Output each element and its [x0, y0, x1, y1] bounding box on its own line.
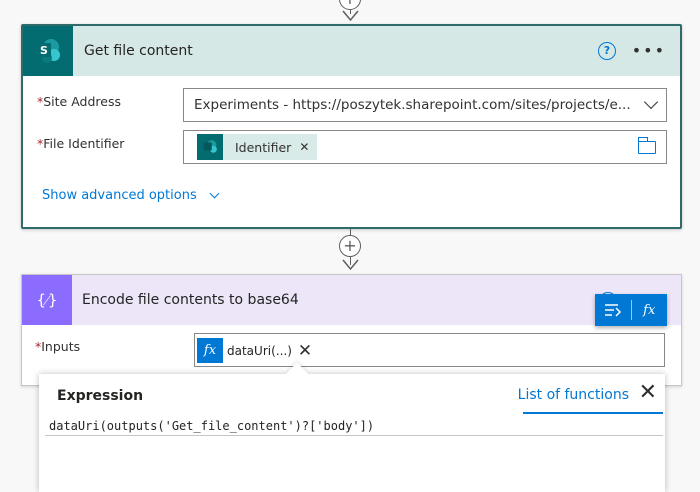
folder-icon[interactable] — [637, 137, 656, 154]
expression-panel: Expression List of functions ✕ dataUri(o… — [39, 362, 665, 492]
sharepoint-letter: S — [40, 44, 48, 57]
insert-step-button[interactable]: + — [339, 235, 361, 257]
sharepoint-icon: S — [23, 26, 73, 76]
insert-step-top-button[interactable]: + — [339, 0, 361, 10]
sharepoint-icon — [197, 134, 223, 160]
expression-token-label: dataUri(...) — [227, 343, 292, 358]
help-icon[interactable]: ? — [598, 42, 616, 60]
arrow-down-icon — [342, 259, 359, 271]
file-identifier-row: *File Identifier Identifier ✕ — [23, 130, 680, 164]
token-label: Identifier — [235, 139, 292, 155]
data-operation-icon: {⁄} — [22, 275, 72, 325]
site-address-value: Experiments - https://poszytek.sharepoin… — [194, 97, 631, 113]
expression-tab[interactable]: Expression — [57, 388, 143, 404]
file-identifier-label: *File Identifier — [37, 136, 125, 151]
dynamic-content-popup: fx — [595, 294, 667, 326]
close-icon[interactable]: ✕ — [639, 382, 657, 404]
arrow-down-icon — [342, 10, 359, 22]
site-address-label: *Site Address — [37, 94, 122, 109]
inputs-field[interactable]: fx dataUri(...) ✕ — [194, 333, 665, 367]
fx-icon: fx — [197, 338, 223, 363]
encode-base64-card[interactable]: {⁄} Encode file contents to base64 *Inpu… — [21, 274, 682, 386]
inputs-label: *Inputs — [35, 339, 81, 354]
remove-token-icon[interactable]: ✕ — [299, 140, 309, 154]
more-options-icon[interactable]: ••• — [632, 41, 666, 60]
card-header[interactable]: S Get file content ? ••• — [23, 26, 680, 76]
expression-input[interactable]: dataUri(outputs('Get_file_content')?['bo… — [45, 416, 663, 436]
get-file-content-card[interactable]: S Get file content ? ••• *Site Address E… — [21, 24, 682, 229]
card-title: Get file content — [84, 43, 193, 59]
dynamic-content-button[interactable] — [595, 294, 631, 326]
remove-token-icon[interactable]: ✕ — [298, 341, 312, 361]
card-title: Encode file contents to base64 — [82, 292, 299, 308]
site-address-row: *Site Address Experiments - https://posz… — [23, 88, 680, 122]
active-tab-indicator — [523, 412, 663, 414]
chevron-down-icon[interactable] — [643, 94, 659, 110]
expression-fx-button[interactable]: fx — [631, 294, 667, 326]
expression-token[interactable]: fx dataUri(...) ✕ — [197, 338, 312, 363]
list-of-functions-link[interactable]: List of functions — [518, 387, 629, 403]
chevron-down-icon — [209, 188, 220, 199]
site-address-dropdown[interactable]: Experiments - https://poszytek.sharepoin… — [183, 88, 667, 122]
card-header[interactable]: {⁄} Encode file contents to base64 — [22, 275, 681, 325]
advanced-label: Show advanced options — [42, 188, 197, 203]
identifier-token[interactable]: Identifier ✕ — [197, 134, 318, 160]
show-advanced-options-link[interactable]: Show advanced options — [42, 188, 220, 203]
file-identifier-input[interactable]: Identifier ✕ — [183, 130, 667, 164]
dynamic-content-icon — [604, 304, 621, 317]
